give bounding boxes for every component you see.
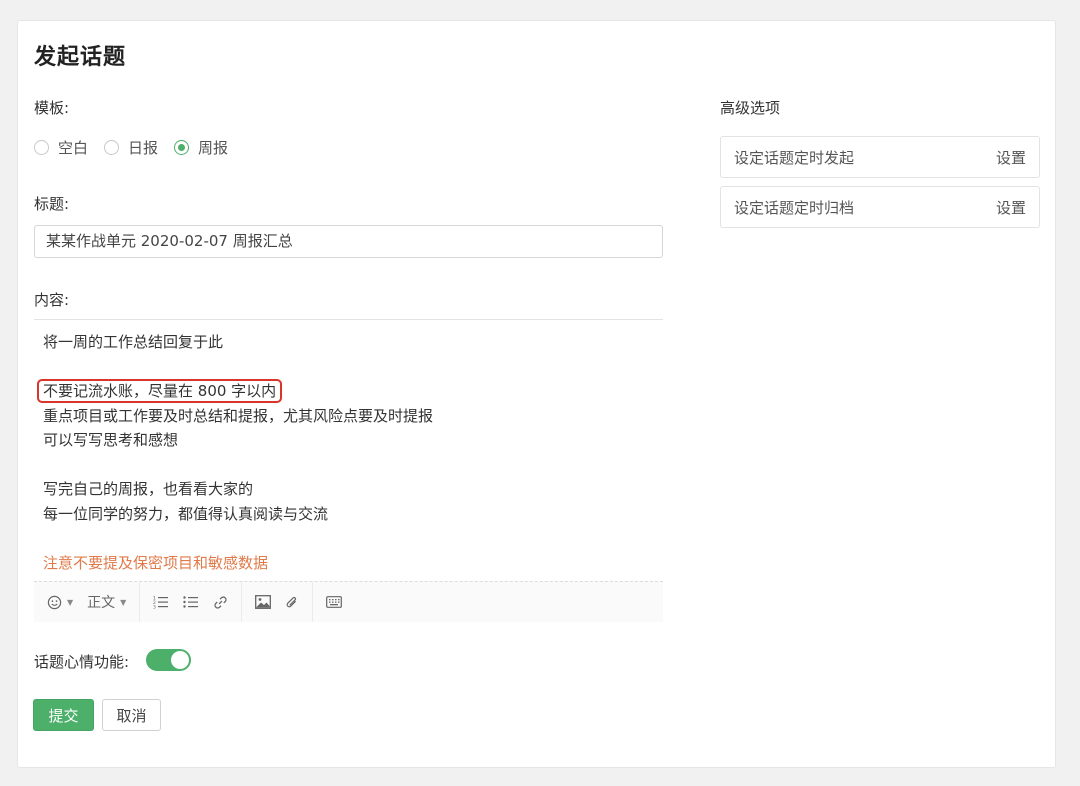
topic-form-card: 发起话题 模板: 空白 日报 周报 标题: 某某作战单元 2020-02-07 … [17, 20, 1056, 768]
toolbar-group-format: ▼ 正文 ▼ [34, 582, 141, 622]
editor-line: 可以写写思考和感想 [43, 431, 179, 449]
radio-label: 日报 [128, 139, 159, 157]
keyboard-button[interactable] [319, 596, 349, 608]
smile-icon [47, 595, 62, 610]
schedule-archive-row[interactable]: 设定话题定时归档 设置 [720, 186, 1040, 228]
svg-text:3: 3 [153, 605, 156, 610]
ordered-list-button[interactable]: 123 [146, 595, 176, 609]
editor-line: 重点项目或工作要及时总结和提报，尤其风险点要及时提报 [43, 406, 434, 425]
cancel-button[interactable]: 取消 [102, 699, 161, 731]
toolbar-group-misc [313, 582, 355, 622]
row-label: 设定话题定时发起 [734, 148, 855, 167]
set-button[interactable]: 设置 [996, 147, 1026, 168]
attachment-icon [285, 595, 299, 610]
row-label: 设定话题定时归档 [734, 198, 855, 217]
content-label: 内容: [34, 291, 70, 309]
unordered-list-icon [183, 595, 199, 609]
mood-toggle-label: 话题心情功能: [34, 653, 130, 671]
toolbar-group-list: 123 [140, 582, 243, 622]
editor-toolbar: ▼ 正文 ▼ 123 [34, 581, 663, 622]
ordered-list-icon: 123 [153, 595, 169, 609]
editor-line: 将一周的工作总结回复于此 [43, 333, 224, 351]
radio-button[interactable] [34, 140, 49, 155]
keyboard-icon [326, 596, 343, 608]
unordered-list-button[interactable] [176, 595, 206, 609]
format-label: 正文 [87, 595, 116, 611]
advanced-options-title: 高级选项 [720, 99, 781, 117]
title-label: 标题: [34, 195, 70, 213]
editor-line: 每一位同学的努力，都值得认真阅读与交流 [43, 504, 329, 523]
editor-line-warning: 注意不要提及保密项目和敏感数据 [43, 553, 269, 572]
title-input[interactable]: 某某作战单元 2020-02-07 周报汇总 [34, 225, 663, 258]
image-button[interactable] [248, 595, 278, 609]
image-icon [255, 595, 272, 609]
template-option-blank[interactable]: 空白 [34, 137, 88, 158]
submit-button[interactable]: 提交 [33, 699, 94, 731]
template-label: 模板: [34, 99, 70, 117]
mood-toggle[interactable] [146, 649, 191, 671]
page-title: 发起话题 [34, 45, 127, 70]
set-button[interactable]: 设置 [996, 197, 1026, 218]
highlight-box: 不要记流水账，尽量在 800 字以内 [37, 379, 283, 403]
template-option-weekly[interactable]: 周报 [174, 137, 228, 158]
toolbar-group-media [242, 582, 314, 622]
template-option-daily[interactable]: 日报 [104, 137, 158, 158]
link-button[interactable] [206, 595, 235, 610]
caret-down-icon: ▼ [67, 597, 74, 607]
content-editor: 将一周的工作总结回复于此 不要记流水账，尽量在 800 字以内 重点项目或工作要… [34, 319, 663, 622]
caret-down-icon: ▼ [120, 597, 127, 607]
radio-label: 周报 [198, 139, 229, 157]
editor-text-area[interactable]: 将一周的工作总结回复于此 不要记流水账，尽量在 800 字以内 重点项目或工作要… [34, 320, 663, 582]
emoji-button[interactable]: ▼ [40, 595, 80, 610]
editor-line: 写完自己的周报，也看看大家的 [43, 480, 254, 498]
radio-button[interactable] [104, 140, 120, 155]
radio-label: 空白 [58, 139, 89, 157]
paragraph-format-select[interactable]: 正文 ▼ [80, 592, 133, 612]
editor-line-highlighted: 不要记流水账，尽量在 800 字以内 [37, 379, 654, 404]
radio-button-checked[interactable] [174, 140, 190, 155]
attachment-button[interactable] [278, 595, 306, 610]
link-icon [213, 595, 228, 610]
schedule-publish-row[interactable]: 设定话题定时发起 设置 [720, 136, 1040, 178]
template-radio-group: 空白 日报 周报 [34, 137, 244, 158]
toggle-knob [171, 651, 189, 669]
